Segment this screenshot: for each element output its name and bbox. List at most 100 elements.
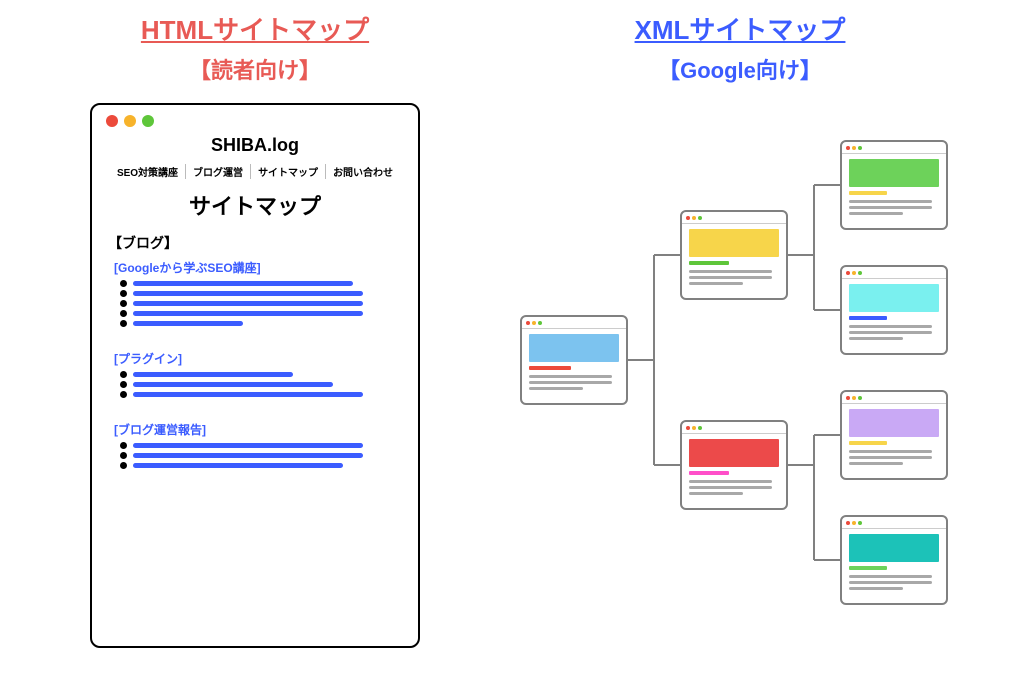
page-title: サイトマップ xyxy=(106,189,404,221)
close-icon xyxy=(846,396,850,400)
close-icon xyxy=(846,521,850,525)
link-placeholder xyxy=(133,291,363,296)
maximize-icon xyxy=(698,426,702,430)
window-controls xyxy=(522,317,626,329)
accent-bar xyxy=(849,566,887,570)
close-icon xyxy=(686,426,690,430)
list-item xyxy=(120,310,404,317)
nav-item: サイトマップ xyxy=(251,164,326,179)
page-node-leaf1 xyxy=(840,140,948,230)
text-line xyxy=(689,276,772,279)
category-heading: 【ブログ】 xyxy=(108,233,404,253)
list-item xyxy=(120,462,404,469)
xml-sitemap-subtitle: 【Google向け】 xyxy=(530,53,950,85)
text-line xyxy=(849,212,903,215)
browser-window: SHIBA.log SEO対策講座ブログ運営サイトマップお問い合わせ サイトマッ… xyxy=(90,103,420,648)
html-sitemap-title: HTMLサイトマップ xyxy=(90,10,420,47)
nav-item: SEO対策講座 xyxy=(110,164,186,179)
minimize-icon xyxy=(124,115,136,127)
maximize-icon xyxy=(538,321,542,325)
close-icon xyxy=(526,321,530,325)
text-line xyxy=(529,375,612,378)
text-line xyxy=(529,387,583,390)
text-line xyxy=(689,480,772,483)
nav-item: ブログ運営 xyxy=(186,164,251,179)
window-controls xyxy=(842,392,946,404)
site-title: SHIBA.log xyxy=(106,135,404,156)
subcategory-heading: [ブログ運営報告] xyxy=(114,421,404,438)
hero-rect xyxy=(849,409,939,437)
window-controls xyxy=(682,212,786,224)
page-node-leaf3 xyxy=(840,390,948,480)
list-item xyxy=(120,371,404,378)
link-placeholder xyxy=(133,443,363,448)
list-item xyxy=(120,442,404,449)
bullet-icon xyxy=(120,290,127,297)
link-placeholder xyxy=(133,321,243,326)
maximize-icon xyxy=(858,521,862,525)
link-placeholder xyxy=(133,463,343,468)
bullet-icon xyxy=(120,452,127,459)
text-line xyxy=(529,381,612,384)
text-line xyxy=(849,456,932,459)
accent-bar xyxy=(689,261,729,265)
html-sitemap-section: HTMLサイトマップ 【読者向け】 SHIBA.log SEO対策講座ブログ運営… xyxy=(90,10,420,648)
nav-item: お問い合わせ xyxy=(326,164,400,179)
page-node-leaf4 xyxy=(840,515,948,605)
text-line xyxy=(849,450,932,453)
page-node-mid1 xyxy=(680,210,788,300)
text-line xyxy=(849,337,903,340)
bullet-icon xyxy=(120,310,127,317)
text-line xyxy=(849,575,932,578)
maximize-icon xyxy=(858,271,862,275)
window-controls xyxy=(682,422,786,434)
hero-rect xyxy=(689,229,779,257)
close-icon xyxy=(106,115,118,127)
page-node-mid2 xyxy=(680,420,788,510)
bullet-icon xyxy=(120,320,127,327)
maximize-icon xyxy=(142,115,154,127)
minimize-icon xyxy=(852,271,856,275)
close-icon xyxy=(686,216,690,220)
hero-rect xyxy=(849,534,939,562)
minimize-icon xyxy=(852,396,856,400)
accent-bar xyxy=(849,191,887,195)
nav-bar: SEO対策講座ブログ運営サイトマップお問い合わせ xyxy=(106,164,404,179)
maximize-icon xyxy=(858,146,862,150)
list-item xyxy=(120,452,404,459)
text-line xyxy=(849,462,903,465)
minimize-icon xyxy=(852,146,856,150)
link-placeholder xyxy=(133,453,363,458)
xml-sitemap-title: XMLサイトマップ xyxy=(530,10,950,47)
list-item xyxy=(120,300,404,307)
hero-rect xyxy=(529,334,619,362)
list-item xyxy=(120,320,404,327)
accent-bar xyxy=(689,471,729,475)
text-line xyxy=(689,492,743,495)
link-placeholder xyxy=(133,382,333,387)
html-sitemap-subtitle: 【読者向け】 xyxy=(90,53,420,85)
bullet-icon xyxy=(120,442,127,449)
sitemap-tree xyxy=(520,115,980,635)
text-line xyxy=(689,486,772,489)
window-controls xyxy=(842,267,946,279)
page-node-leaf2 xyxy=(840,265,948,355)
list-item xyxy=(120,381,404,388)
minimize-icon xyxy=(692,426,696,430)
minimize-icon xyxy=(532,321,536,325)
link-placeholder xyxy=(133,372,293,377)
subcategory-heading: [プラグイン] xyxy=(114,350,404,367)
link-placeholder xyxy=(133,281,353,286)
window-controls xyxy=(106,115,404,127)
list-item xyxy=(120,280,404,287)
bullet-icon xyxy=(120,371,127,378)
page-node-root xyxy=(520,315,628,405)
text-line xyxy=(849,206,932,209)
text-line xyxy=(689,282,743,285)
text-line xyxy=(849,581,932,584)
list-item xyxy=(120,391,404,398)
window-controls xyxy=(842,142,946,154)
link-placeholder xyxy=(133,392,363,397)
maximize-icon xyxy=(698,216,702,220)
close-icon xyxy=(846,146,850,150)
